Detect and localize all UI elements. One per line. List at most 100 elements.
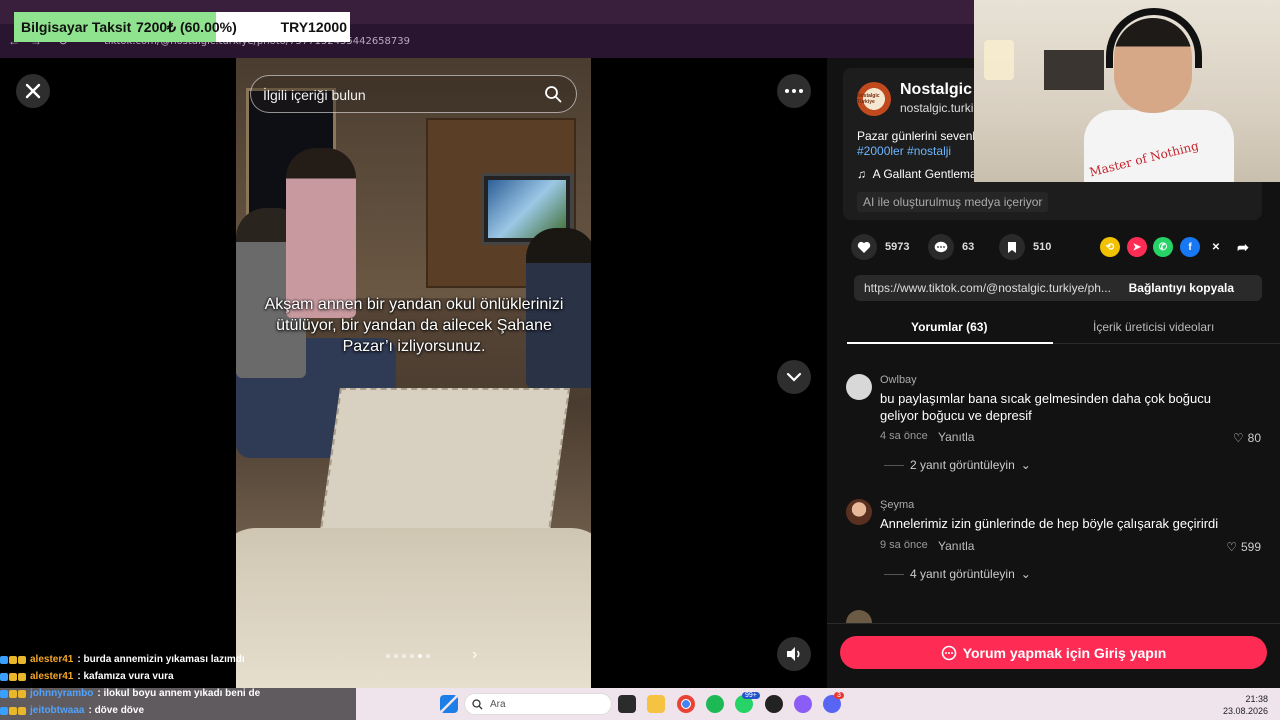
- carousel-dot[interactable]: [410, 654, 414, 658]
- comment-time: 9 sa önce: [880, 539, 928, 551]
- whatsapp-icon[interactable]: ✆: [1153, 237, 1173, 257]
- send-icon[interactable]: ➤: [1127, 237, 1147, 257]
- search-icon: [472, 699, 483, 710]
- commenter-avatar[interactable]: [846, 499, 872, 525]
- search-input[interactable]: İlgili içeriği bulun: [250, 75, 577, 113]
- post-photo: Akşam annen bir yandan okul önlükleriniz…: [236, 58, 591, 688]
- spotify-icon[interactable]: [706, 695, 724, 713]
- like-button[interactable]: 5973: [851, 234, 909, 260]
- comment-user[interactable]: Owlbay: [880, 374, 917, 386]
- comment-text: bu paylaşımlar bana sıcak gelmesinden da…: [880, 391, 1211, 423]
- active-tab-indicator: [847, 342, 1053, 344]
- webcam-feed: Master of Nothing: [974, 0, 1280, 182]
- carousel-dot[interactable]: [402, 654, 406, 658]
- chat-text: : ilokul boyu annem yıkadı beni de: [97, 688, 261, 699]
- commenter-avatar[interactable]: [846, 374, 872, 400]
- chevron-down-icon: [786, 372, 802, 382]
- taskbar-search-label: Ara: [490, 699, 506, 710]
- volume-icon: [787, 647, 800, 661]
- post-description: Pazar günlerini sevenle: [857, 129, 982, 143]
- tab-comments[interactable]: Yorumlar (63): [911, 320, 987, 334]
- chat-message: alester41 : kafamıza vura vura: [0, 671, 360, 682]
- comment-time: 4 sa önce: [880, 430, 928, 442]
- ai-content-label: AI ile oluşturulmuş medya içeriyor: [857, 192, 1049, 212]
- carousel-dot[interactable]: [386, 654, 390, 658]
- reply-button[interactable]: Yanıtla: [938, 539, 974, 553]
- comment-like-button[interactable]: ♡ 599: [1226, 540, 1261, 554]
- clock-time: 21:38: [1245, 694, 1268, 704]
- search-icon[interactable]: [544, 85, 562, 103]
- comment-bubble-icon: [941, 645, 957, 660]
- chat-badges: [0, 689, 26, 698]
- avatar-logo-text: Nostalgic Türkiye: [857, 93, 880, 105]
- view-replies-button[interactable]: 4 yanıt görüntüleyin ⌄: [884, 567, 1031, 581]
- panel-tabs: Yorumlar (63) İçerik üreticisi videoları: [847, 314, 1280, 344]
- windows-start-icon[interactable]: [440, 695, 458, 713]
- goal-target: TRY12000: [280, 19, 347, 35]
- music-title: A Gallant Gentlema: [872, 167, 977, 181]
- close-icon: [25, 83, 41, 99]
- post-link[interactable]: https://www.tiktok.com/@nostalgic.turkiy…: [864, 281, 1119, 295]
- login-to-comment-button[interactable]: Yorum yapmak için Giriş yapın: [840, 636, 1267, 669]
- music-info[interactable]: ♫ A Gallant Gentlema: [857, 167, 977, 181]
- author-handle[interactable]: nostalgic.turki: [900, 101, 973, 115]
- comment-icon: [928, 234, 954, 260]
- save-button[interactable]: 510: [999, 234, 1051, 260]
- carousel-dot[interactable]: [426, 654, 430, 658]
- comment-user[interactable]: Şeyma: [880, 499, 914, 511]
- carousel-dot[interactable]: [418, 654, 422, 658]
- chat-username: alester41: [30, 654, 74, 665]
- heart-outline-icon: ♡: [1232, 431, 1244, 445]
- x-icon[interactable]: ✕: [1206, 237, 1226, 257]
- headset: [1106, 8, 1202, 68]
- chrome-icon[interactable]: [677, 695, 695, 713]
- heart-outline-icon: ♡: [1226, 540, 1237, 554]
- tab-creator-videos[interactable]: İçerik üreticisi videoları: [1093, 320, 1214, 334]
- comment-button[interactable]: 63: [928, 234, 974, 260]
- chat-message: alester41 : burda annemizin yıkaması laz…: [0, 654, 360, 665]
- chat-badges: [0, 706, 26, 715]
- chat-message: jeitobtwaaa : döve döve: [0, 705, 360, 716]
- more-options-button[interactable]: [777, 74, 811, 108]
- chat-username: alester41: [30, 671, 74, 682]
- goal-label: Bilgisayar Taksit: [21, 19, 132, 35]
- share-arrow-icon[interactable]: ➦: [1233, 237, 1253, 257]
- taskbar-search[interactable]: Ara: [464, 693, 612, 715]
- carousel-dots: [386, 654, 430, 658]
- carousel-next-icon[interactable]: ›: [472, 646, 477, 664]
- clock-date: 23.08.2026: [1222, 706, 1268, 716]
- like-count: 5973: [885, 241, 910, 253]
- file-explorer-icon[interactable]: [647, 695, 665, 713]
- app-icon[interactable]: [794, 695, 812, 713]
- comment-item: Şeyma Annelerimiz izin günlerinde de hep…: [846, 499, 1266, 609]
- facebook-icon[interactable]: f: [1180, 237, 1200, 257]
- heart-icon: [851, 234, 877, 260]
- discord-badge: 3: [834, 692, 844, 699]
- next-post-button[interactable]: [777, 360, 811, 394]
- chat-text: : burda annemizin yıkaması lazımdı: [77, 654, 245, 665]
- chat-username: johnnyrambo: [30, 688, 94, 699]
- repost-icon[interactable]: ⟲: [1100, 237, 1120, 257]
- comment-text: Annelerimiz izin günlerinde de hep böyle…: [880, 516, 1219, 531]
- whatsapp-badge: 99+: [742, 692, 760, 699]
- photo-caption: Akşam annen bir yandan okul önlükleriniz…: [264, 296, 564, 355]
- chat-username: jeitobtwaaa: [30, 705, 85, 716]
- system-clock[interactable]: 21:38 23.08.2026: [1223, 693, 1268, 717]
- comment-item: Owlbay bu paylaşımlar bana sıcak gelmesi…: [846, 374, 1266, 484]
- copy-link-button[interactable]: Bağlantıyı kopyala: [1129, 281, 1234, 295]
- comment-like-button[interactable]: ♡ 80: [1233, 431, 1261, 445]
- chat-badges: [0, 655, 26, 664]
- view-replies-label: 4 yanıt görüntüleyin: [910, 567, 1015, 581]
- post-hashtags[interactable]: #2000ler #nostalji: [857, 144, 951, 158]
- chat-text: : kafamıza vura vura: [77, 671, 174, 682]
- reply-button[interactable]: Yanıtla: [938, 430, 974, 444]
- author-avatar[interactable]: Nostalgic Türkiye: [857, 82, 891, 116]
- close-button[interactable]: [16, 74, 50, 108]
- view-replies-button[interactable]: 2 yanıt görüntüleyin ⌄: [884, 458, 1031, 472]
- screen: ← → ↻ tiktok.com/@nostalgic.turkiye/phot…: [0, 0, 1280, 720]
- carousel-dot[interactable]: [394, 654, 398, 658]
- goal-amount: 7200₺ (60.00%): [136, 19, 237, 35]
- volume-button[interactable]: [777, 637, 811, 671]
- task-view-icon[interactable]: [618, 695, 636, 713]
- obs-icon[interactable]: [765, 695, 783, 713]
